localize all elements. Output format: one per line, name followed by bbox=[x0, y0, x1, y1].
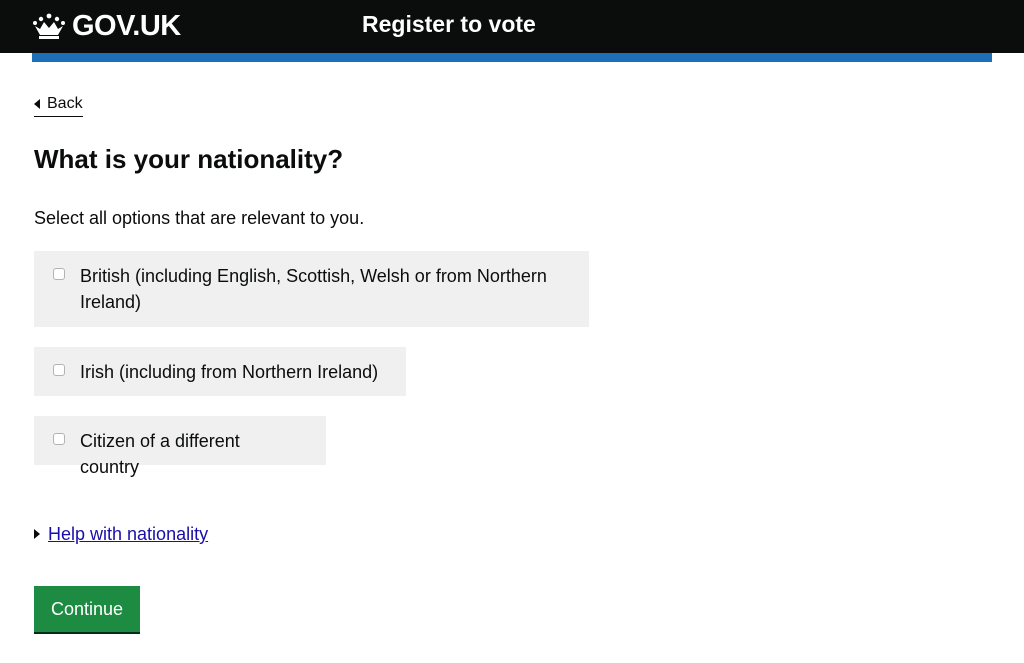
header-accent-bar bbox=[32, 53, 992, 62]
option-irish-label: Irish (including from Northern Ireland) bbox=[80, 362, 379, 382]
page-title: What is your nationality? bbox=[34, 144, 344, 174]
back-link-label: Back bbox=[47, 95, 83, 112]
crown-icon bbox=[33, 13, 65, 39]
caret-right-icon bbox=[34, 529, 40, 539]
checkbox-british[interactable] bbox=[53, 268, 65, 280]
question-hint: Select all options that are relevant to … bbox=[34, 208, 365, 228]
help-details[interactable]: Help with nationality bbox=[34, 522, 208, 546]
service-name-link[interactable]: Register to vote bbox=[362, 11, 536, 38]
caret-left-icon bbox=[34, 99, 40, 109]
option-irish[interactable]: Irish (including from Northern Ireland) bbox=[34, 347, 406, 396]
option-other-country-label: Citizen of a different country bbox=[80, 431, 240, 477]
option-british[interactable]: British (including English, Scottish, We… bbox=[34, 251, 589, 327]
continue-button[interactable]: Continue bbox=[34, 586, 140, 632]
logo-text: GOV.UK bbox=[72, 9, 181, 42]
option-other-country[interactable]: Citizen of a different country bbox=[34, 416, 326, 477]
govuk-logo-link[interactable]: GOV.UK bbox=[32, 9, 181, 43]
checkbox-other-country[interactable] bbox=[53, 433, 65, 445]
checkbox-irish[interactable] bbox=[53, 364, 65, 376]
option-british-label: British (including English, Scottish, We… bbox=[80, 266, 547, 312]
help-with-nationality-link[interactable]: Help with nationality bbox=[48, 524, 208, 544]
back-link[interactable]: Back bbox=[34, 94, 83, 117]
site-header: GOV.UK Register to vote bbox=[0, 0, 1024, 53]
